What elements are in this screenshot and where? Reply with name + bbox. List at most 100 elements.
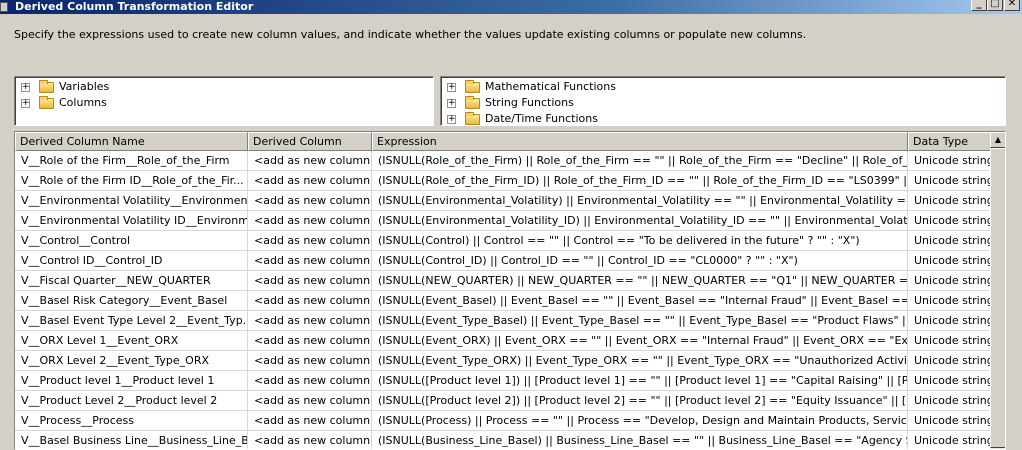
- cell-data-type[interactable]: Unicode string [: [908, 191, 991, 211]
- table-row[interactable]: V__Process__Process <add as new column> (I…: [15, 411, 991, 431]
- table-row[interactable]: V__Control__Control <add as new column> (I…: [15, 231, 991, 251]
- vertical-scrollbar[interactable]: ▲: [990, 132, 1005, 449]
- expand-icon[interactable]: +: [447, 83, 456, 92]
- cell-data-type[interactable]: Unicode string [: [908, 171, 991, 191]
- cell-derived-column[interactable]: <add as new column>: [248, 211, 372, 231]
- cell-data-type[interactable]: Unicode string [: [908, 151, 991, 171]
- expand-icon[interactable]: +: [21, 99, 30, 108]
- cell-column-name[interactable]: V__Environmental Volatility ID__Environm…: [15, 211, 248, 231]
- cell-expression[interactable]: (ISNULL(Business_Line_Basel) || Business…: [372, 431, 908, 449]
- cell-data-type[interactable]: Unicode string [: [908, 311, 991, 331]
- cell-column-name[interactable]: V__Role of the Firm ID__Role_of_the_Fir.…: [15, 171, 248, 191]
- cell-derived-column[interactable]: <add as new column>: [248, 171, 372, 191]
- folder-icon: [39, 96, 54, 109]
- cell-data-type[interactable]: Unicode string [: [908, 211, 991, 231]
- cell-expression[interactable]: (ISNULL(Event_Type_Basel) || Event_Type_…: [372, 311, 908, 331]
- folder-icon: [39, 80, 54, 93]
- cell-expression[interactable]: (ISNULL([Product level 1]) || [Product l…: [372, 371, 908, 391]
- table-row[interactable]: V__ORX Level 2__Event_Type_ORX <add as ne…: [15, 351, 991, 371]
- cell-data-type[interactable]: Unicode string [: [908, 331, 991, 351]
- cell-derived-column[interactable]: <add as new column>: [248, 191, 372, 211]
- expand-icon[interactable]: +: [21, 83, 30, 92]
- table-row[interactable]: V__Fiscal Quarter__NEW_QUARTER <add as ne…: [15, 271, 991, 291]
- cell-expression[interactable]: (ISNULL(Control) || Control == "" || Con…: [372, 231, 908, 251]
- table-row[interactable]: V__Environmental Volatility ID__Environm…: [15, 211, 991, 231]
- folder-icon: [465, 112, 480, 125]
- table-row[interactable]: V__Role of the Firm__Role_of_the_Firm <ad…: [15, 151, 991, 171]
- table-row[interactable]: V__Environmental Volatility__Environment…: [15, 191, 991, 211]
- cell-derived-column[interactable]: <add as new column>: [248, 431, 372, 449]
- maximize-button[interactable]: □: [987, 0, 1003, 11]
- cell-derived-column[interactable]: <add as new column>: [248, 291, 372, 311]
- functions-tree[interactable]: + Mathematical Functions + String Functi…: [440, 76, 1006, 126]
- header-derived-column[interactable]: Derived Column: [248, 132, 372, 151]
- cell-column-name[interactable]: V__Fiscal Quarter__NEW_QUARTER: [15, 271, 248, 291]
- cell-column-name[interactable]: V__ORX Level 2__Event_Type_ORX: [15, 351, 248, 371]
- cell-data-type[interactable]: Unicode string [: [908, 431, 991, 449]
- expand-icon[interactable]: +: [447, 115, 456, 124]
- table-row[interactable]: V__Product Level 2__Product level 2 <add …: [15, 391, 991, 411]
- cell-data-type[interactable]: Unicode string [: [908, 271, 991, 291]
- cell-expression[interactable]: (ISNULL(Event_Basel) || Event_Basel == "…: [372, 291, 908, 311]
- cell-data-type[interactable]: Unicode string [: [908, 371, 991, 391]
- folder-icon: [465, 96, 480, 109]
- cell-data-type[interactable]: Unicode string [: [908, 251, 991, 271]
- cell-derived-column[interactable]: <add as new column>: [248, 251, 372, 271]
- derived-columns-grid[interactable]: Derived Column Name Derived Column Expre…: [14, 131, 1006, 450]
- cell-column-name[interactable]: V__Product level 1__Product level 1: [15, 371, 248, 391]
- cell-expression[interactable]: (ISNULL([Product level 2]) || [Product l…: [372, 391, 908, 411]
- cell-expression[interactable]: (ISNULL(Event_ORX) || Event_ORX == "" ||…: [372, 331, 908, 351]
- cell-column-name[interactable]: V__Basel Event Type Level 2__Event_Typ..…: [15, 311, 248, 331]
- folder-icon: [465, 80, 480, 93]
- cell-column-name[interactable]: V__Control ID__Control_ID: [15, 251, 248, 271]
- cell-column-name[interactable]: V__Process__Process: [15, 411, 248, 431]
- cell-column-name[interactable]: V__Product Level 2__Product level 2: [15, 391, 248, 411]
- cell-column-name[interactable]: V__ORX Level 1__Event_ORX: [15, 331, 248, 351]
- cell-expression[interactable]: (ISNULL(Environmental_Volatility_ID) || …: [372, 211, 908, 231]
- cell-derived-column[interactable]: <add as new column>: [248, 311, 372, 331]
- header-expression[interactable]: Expression: [372, 132, 908, 151]
- cell-derived-column[interactable]: <add as new column>: [248, 271, 372, 291]
- cell-data-type[interactable]: Unicode string [: [908, 231, 991, 251]
- cell-expression[interactable]: (ISNULL(Role_of_the_Firm_ID) || Role_of_…: [372, 171, 908, 191]
- cell-column-name[interactable]: V__Environmental Volatility__Environment…: [15, 191, 248, 211]
- scroll-thumb[interactable]: [990, 148, 1005, 448]
- table-row[interactable]: V__Basel Business Line__Business_Line_B.…: [15, 431, 991, 449]
- cell-derived-column[interactable]: <add as new column>: [248, 351, 372, 371]
- minimize-button[interactable]: _: [971, 0, 987, 11]
- header-data-type[interactable]: Data Type: [908, 132, 991, 151]
- cell-column-name[interactable]: V__Basel Business Line__Business_Line_B.…: [15, 431, 248, 449]
- cell-column-name[interactable]: V__Control__Control: [15, 231, 248, 251]
- cell-data-type[interactable]: Unicode string [: [908, 291, 991, 311]
- cell-expression[interactable]: (ISNULL(Environmental_Volatility) || Env…: [372, 191, 908, 211]
- cell-expression[interactable]: (ISNULL(NEW_QUARTER) || NEW_QUARTER == "…: [372, 271, 908, 291]
- cell-expression[interactable]: (ISNULL(Event_Type_ORX) || Event_Type_OR…: [372, 351, 908, 371]
- cell-expression[interactable]: (ISNULL(Control_ID) || Control_ID == "" …: [372, 251, 908, 271]
- cell-expression[interactable]: (ISNULL(Process) || Process == "" || Pro…: [372, 411, 908, 431]
- cell-data-type[interactable]: Unicode string [: [908, 351, 991, 371]
- cell-expression[interactable]: (ISNULL(Role_of_the_Firm) || Role_of_the…: [372, 151, 908, 171]
- header-derived-column-name[interactable]: Derived Column Name: [15, 132, 248, 151]
- expand-icon[interactable]: +: [447, 99, 456, 108]
- description-text: Specify the expressions used to create n…: [14, 28, 807, 41]
- cell-derived-column[interactable]: <add as new column>: [248, 231, 372, 251]
- tree-item-label: Columns: [59, 96, 107, 109]
- cell-column-name[interactable]: V__Role of the Firm__Role_of_the_Firm: [15, 151, 248, 171]
- cell-derived-column[interactable]: <add as new column>: [248, 391, 372, 411]
- table-row[interactable]: V__ORX Level 1__Event_ORX <add as new col…: [15, 331, 991, 351]
- table-row[interactable]: V__Control ID__Control_ID <add as new col…: [15, 251, 991, 271]
- cell-data-type[interactable]: Unicode string [: [908, 411, 991, 431]
- table-row[interactable]: V__Role of the Firm ID__Role_of_the_Fir.…: [15, 171, 991, 191]
- table-row[interactable]: V__Product level 1__Product level 1 <add …: [15, 371, 991, 391]
- cell-derived-column[interactable]: <add as new column>: [248, 151, 372, 171]
- variables-columns-tree[interactable]: + Variables + Columns: [14, 76, 434, 126]
- scroll-up-icon[interactable]: ▲: [990, 132, 1005, 148]
- table-row[interactable]: V__Basel Event Type Level 2__Event_Typ..…: [15, 311, 991, 331]
- cell-derived-column[interactable]: <add as new column>: [248, 411, 372, 431]
- cell-derived-column[interactable]: <add as new column>: [248, 331, 372, 351]
- cell-derived-column[interactable]: <add as new column>: [248, 371, 372, 391]
- close-button[interactable]: ✕: [1004, 0, 1020, 11]
- cell-data-type[interactable]: Unicode string [: [908, 391, 991, 411]
- cell-column-name[interactable]: V__Basel Risk Category__Event_Basel: [15, 291, 248, 311]
- table-row[interactable]: V__Basel Risk Category__Event_Basel <add …: [15, 291, 991, 311]
